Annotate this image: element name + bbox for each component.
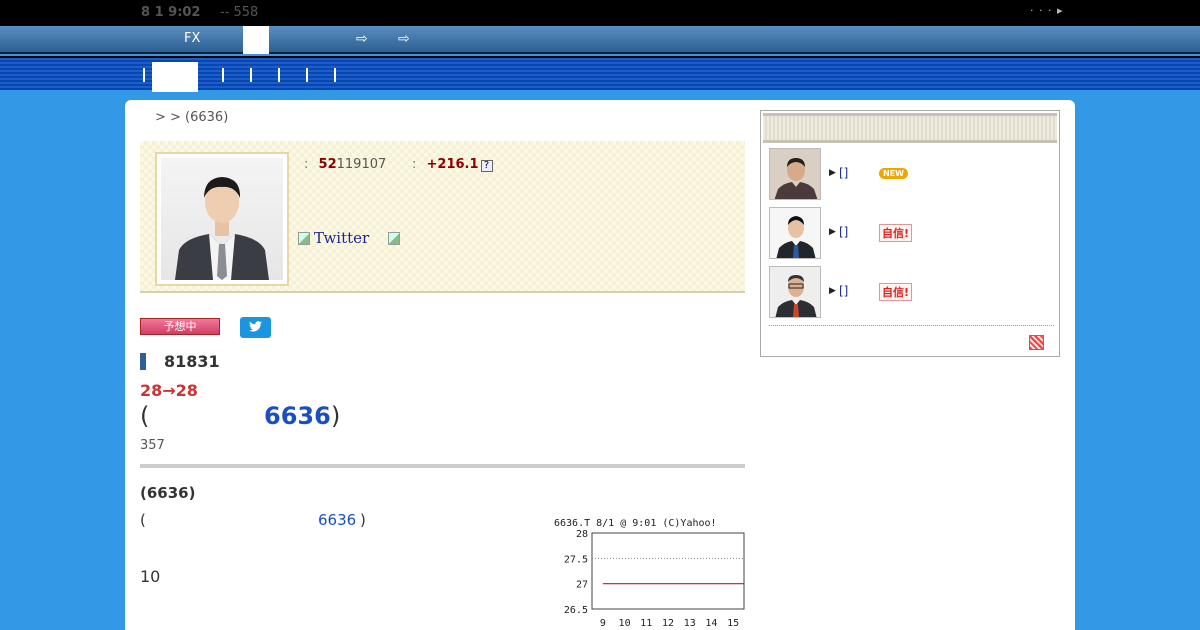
new-badge: NEW bbox=[879, 168, 908, 179]
sidebar-user-item[interactable]: ▶ [] 自信! bbox=[769, 207, 1054, 259]
person-avatar-icon bbox=[770, 149, 820, 199]
user-name-link[interactable]: [] bbox=[839, 284, 848, 298]
profile-stat-score: : +216.1? bbox=[412, 157, 493, 172]
play-arrow-icon: ▶ bbox=[829, 168, 836, 178]
breadcrumb[interactable]: > > (6636) bbox=[155, 110, 228, 125]
visitor-count: -- 558 bbox=[220, 5, 259, 20]
stock-code-link[interactable]: 6636 bbox=[264, 402, 331, 430]
person-avatar-icon bbox=[770, 267, 820, 317]
top-status-bar: 8 1 9:02 -- 558 · · · ▸ bbox=[0, 0, 1200, 26]
twitter-share-button[interactable] bbox=[240, 317, 271, 338]
play-arrow-icon: ▶ bbox=[829, 286, 836, 296]
profile-stat-points: : 52119107 bbox=[304, 157, 387, 172]
y-tick-label: 27.5 bbox=[564, 554, 588, 565]
nav-separator bbox=[250, 68, 252, 82]
x-tick-label: 9 bbox=[600, 618, 606, 629]
small-count: 357 bbox=[140, 438, 165, 453]
x-tick-label: 13 bbox=[684, 618, 696, 629]
nav-separator bbox=[306, 68, 308, 82]
x-tick-label: 12 bbox=[662, 618, 674, 629]
x-tick-label: 15 bbox=[727, 618, 739, 629]
sidebar-ranking: ▶ [] NEW ▶ [] 自信! ▶ [] 自信! bbox=[760, 110, 1060, 357]
twitter-profile-link[interactable]: Twitter bbox=[298, 229, 404, 247]
chart-title: 6636.T 8/1 @ 9:01 (C)Yahoo! bbox=[554, 518, 717, 529]
user-avatar[interactable] bbox=[769, 207, 821, 259]
y-tick-label: 27 bbox=[576, 580, 588, 591]
broken-image-icon bbox=[298, 232, 310, 245]
chart-plot-area bbox=[591, 532, 745, 610]
twitter-bird-icon bbox=[249, 321, 262, 332]
x-tick-label: 11 bbox=[640, 618, 652, 629]
stock-code-line: ( 6636 ) bbox=[140, 402, 341, 430]
nav-separator bbox=[334, 68, 336, 82]
section-stock-code: ( 6636 ) bbox=[140, 511, 366, 529]
stock-price-chart[interactable]: 6636.T 8/1 @ 9:01 (C)Yahoo! 28 27.5 27 26.5… bbox=[545, 515, 750, 630]
sidebar-user-item[interactable]: ▶ [] 自信! bbox=[769, 266, 1054, 318]
nav-separator bbox=[143, 68, 145, 82]
help-icon[interactable]: ? bbox=[480, 160, 493, 172]
person-avatar-icon bbox=[770, 208, 820, 258]
nav-active-tab[interactable] bbox=[152, 62, 198, 92]
nav-separator bbox=[278, 68, 280, 82]
section-title: (6636) bbox=[140, 484, 196, 502]
sidebar-divider bbox=[769, 325, 1054, 326]
top-right-mark: · · · ▸ bbox=[1030, 4, 1064, 17]
predicting-badge: 予想中 bbox=[140, 318, 220, 335]
profile-photo bbox=[155, 152, 289, 286]
nav-active-tab[interactable] bbox=[243, 26, 269, 54]
play-arrow-icon: ▶ bbox=[829, 227, 836, 237]
confident-badge: 自信! bbox=[879, 283, 913, 301]
user-name-link[interactable]: [] bbox=[839, 166, 848, 180]
user-name-link[interactable]: [] bbox=[839, 225, 848, 239]
secondary-nav bbox=[0, 56, 1200, 92]
prediction-number: 81831 bbox=[140, 353, 220, 370]
nav-separator bbox=[222, 68, 224, 82]
x-tick-label: 10 bbox=[619, 618, 631, 629]
person-avatar-icon bbox=[175, 177, 269, 280]
x-tick-label: 14 bbox=[705, 618, 717, 629]
sidebar-user-item[interactable]: ▶ [] NEW bbox=[769, 148, 1054, 200]
y-tick-label: 28 bbox=[576, 529, 588, 540]
price-change: 28→28 bbox=[140, 381, 198, 400]
logout-icon[interactable]: ⇨ bbox=[356, 31, 368, 47]
section-value: 10 bbox=[140, 567, 161, 586]
section-divider bbox=[140, 464, 745, 468]
primary-nav: FX ⇨ ⇨ bbox=[0, 26, 1200, 54]
confident-badge: 自信! bbox=[879, 224, 913, 242]
user-avatar[interactable] bbox=[769, 266, 821, 318]
y-tick-label: 26.5 bbox=[564, 605, 588, 616]
broken-image-icon[interactable] bbox=[388, 232, 400, 245]
nav-fx-link[interactable]: FX bbox=[184, 31, 200, 46]
sidebar-header bbox=[763, 113, 1057, 143]
section-stock-link[interactable]: 6636 bbox=[318, 511, 356, 529]
more-icon[interactable] bbox=[1029, 335, 1044, 350]
logout-icon[interactable]: ⇨ bbox=[398, 31, 410, 47]
current-time: 8 1 9:02 bbox=[141, 5, 201, 20]
user-avatar[interactable] bbox=[769, 148, 821, 200]
